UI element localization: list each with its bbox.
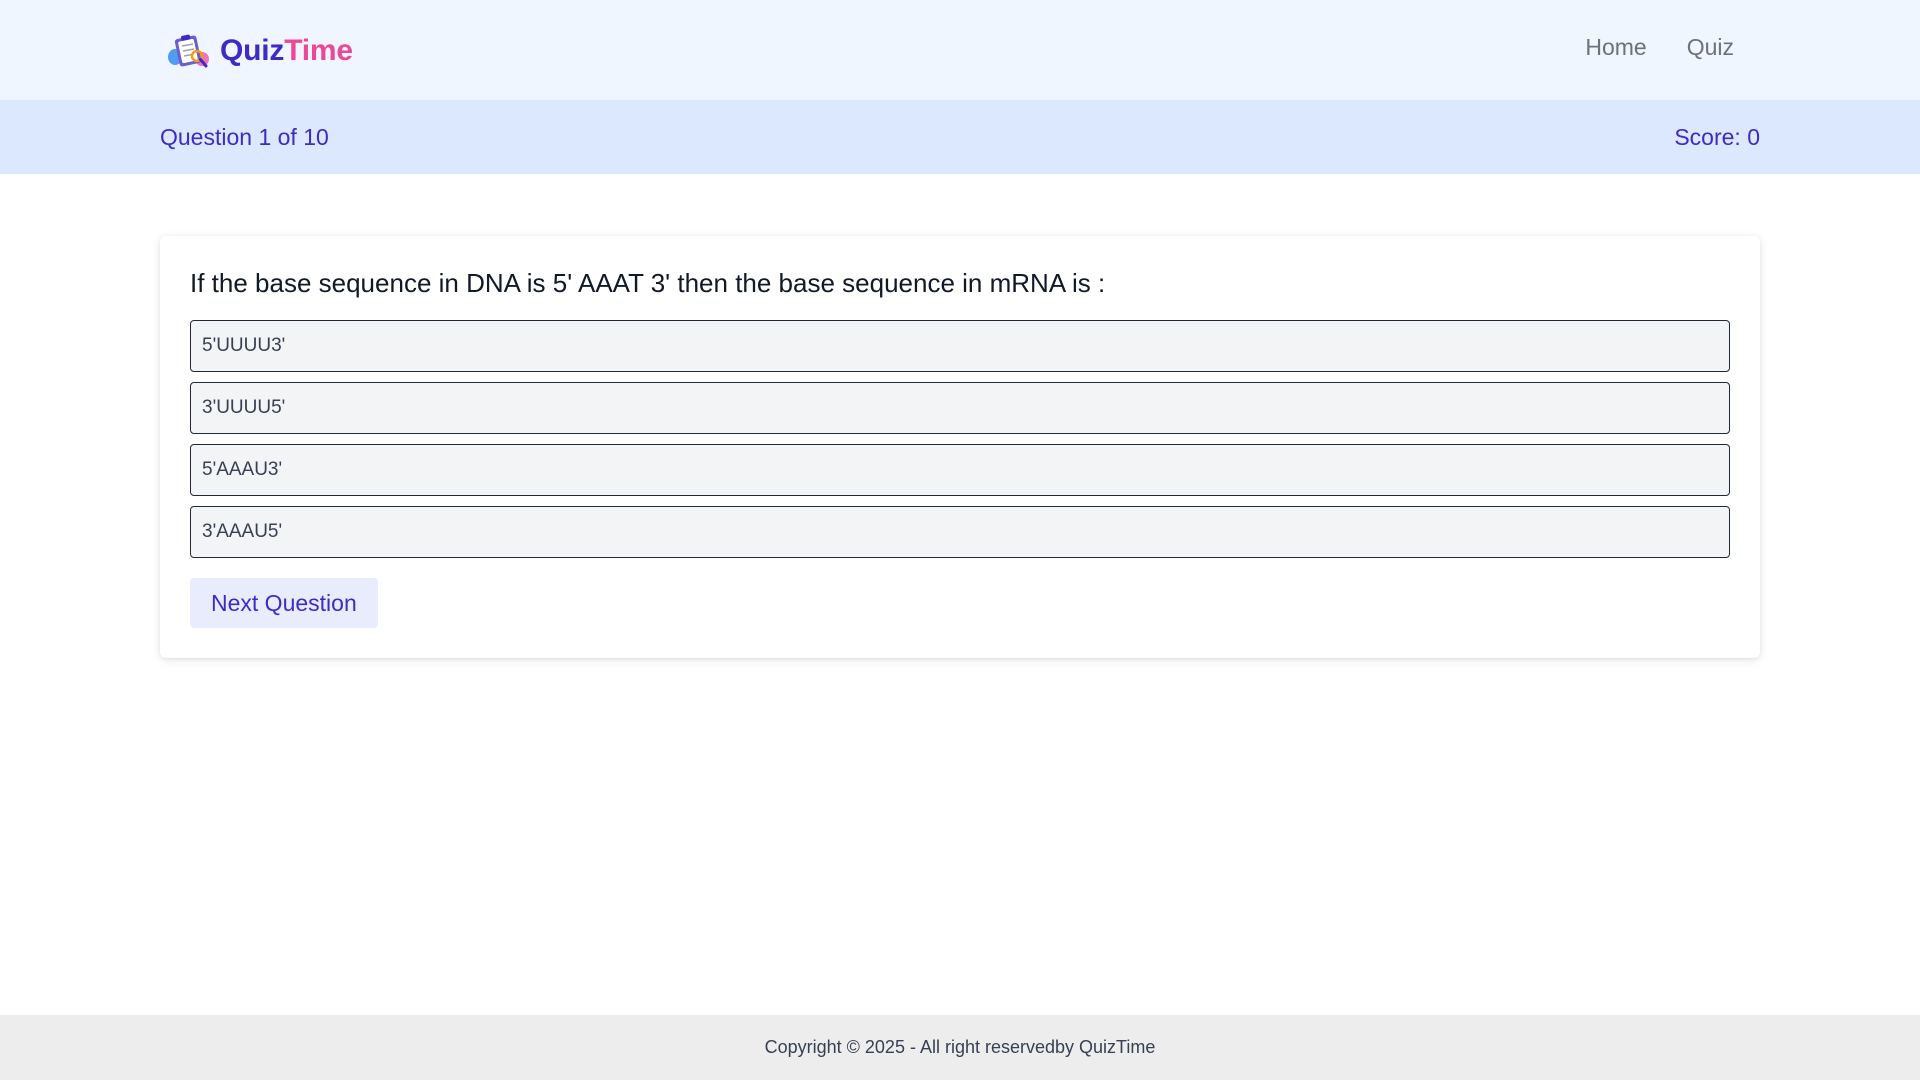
quiz-page: QuizTime Home Quiz Question 1 of 10 Scor…	[0, 0, 1920, 1080]
footer: Copyright © 2025 - All right reservedby …	[0, 1015, 1920, 1080]
answer-option-1[interactable]: 5'UUUU3'	[190, 320, 1730, 372]
footer-copyright: Copyright © 2025 - All right reservedby …	[764, 1037, 1156, 1057]
brand-logo-link[interactable]: QuizTime	[166, 30, 353, 72]
question-progress: Question 1 of 10	[160, 124, 329, 150]
answer-option-3[interactable]: 5'AAAU3'	[190, 444, 1730, 496]
nav-link-home[interactable]: Home	[1585, 34, 1646, 61]
next-question-button[interactable]: Next Question	[190, 578, 378, 628]
quiz-clipboard-logo-icon	[168, 34, 209, 68]
answer-option-4[interactable]: 3'AAAU5'	[190, 506, 1730, 558]
answer-option-2[interactable]: 3'UUUU5'	[190, 382, 1730, 434]
brand-name-quiz: Quiz	[220, 34, 285, 67]
answer-options: 5'UUUU3' 3'UUUU5' 5'AAAU3' 3'AAAU5'	[190, 320, 1730, 568]
score-display: Score: 0	[1674, 124, 1760, 150]
brand-name: QuizTime	[220, 34, 353, 68]
nav-links: Home Quiz	[1585, 34, 1734, 61]
question-card: If the base sequence in DNA is 5' AAAT 3…	[160, 236, 1760, 658]
navbar: QuizTime Home Quiz	[0, 0, 1920, 100]
brand-name-time: Time	[284, 34, 353, 67]
nav-link-quiz[interactable]: Quiz	[1687, 34, 1734, 61]
quiz-status-bar: Question 1 of 10 Score: 0	[0, 100, 1920, 174]
question-text: If the base sequence in DNA is 5' AAAT 3…	[190, 268, 1106, 298]
